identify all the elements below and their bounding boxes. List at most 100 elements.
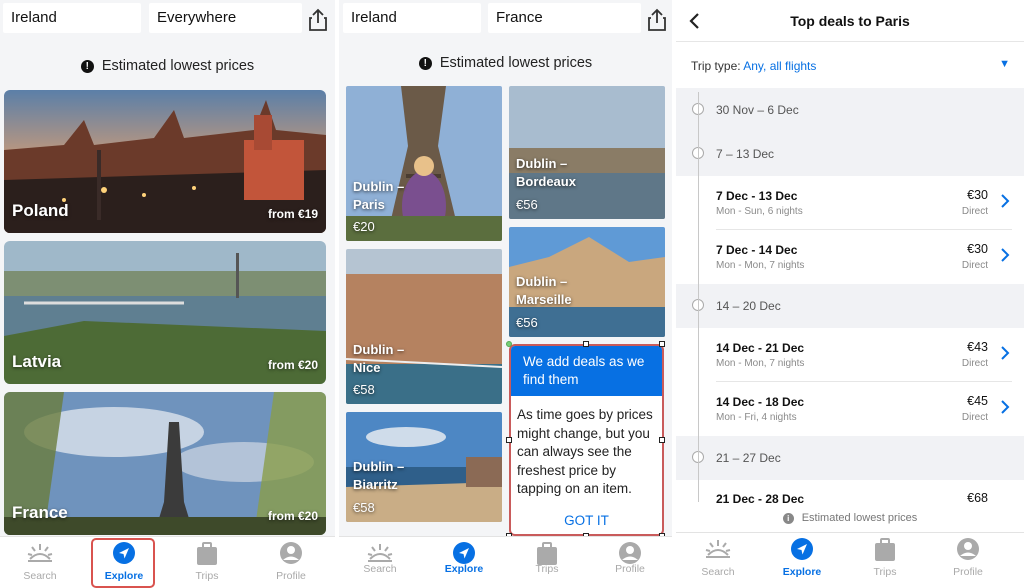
tab-label: Profile — [953, 566, 983, 578]
deal-tile-nice[interactable]: Dublin – Nice €58 — [346, 249, 502, 404]
deal-type: Direct — [961, 206, 988, 217]
deal-type: Direct — [961, 412, 988, 423]
week-header: 21 – 27 Dec — [676, 436, 1024, 480]
selection-handle — [506, 341, 512, 347]
tile-price: €58 — [353, 382, 375, 397]
origin-field[interactable]: Ireland — [3, 3, 141, 33]
selection-handle — [506, 437, 512, 443]
tab-label: Explore — [444, 563, 484, 575]
week-label: 21 – 27 Dec — [716, 451, 781, 465]
tile-destination: Biarritz — [353, 477, 398, 492]
deal-row[interactable]: 14 Dec - 21 Dec Mon - Mon, 7 nights €43 … — [676, 329, 1024, 382]
chevron-right-icon — [1001, 248, 1010, 262]
tab-trips[interactable]: Trips — [507, 537, 587, 588]
tab-label: Trips — [195, 570, 219, 582]
destination-field[interactable]: Everywhere — [149, 3, 302, 33]
tile-destination: Marseille — [516, 292, 572, 307]
deal-row[interactable]: 14 Dec - 18 Dec Mon - Fri, 4 nights €45 … — [676, 383, 1024, 436]
tab-label: Search — [701, 566, 735, 578]
explore-france-screen: Ireland France ! Estimated lowest prices … — [339, 0, 672, 588]
dropdown-caret-icon[interactable]: ▼ — [999, 58, 1010, 70]
deal-nights: Mon - Mon, 7 nights — [716, 358, 805, 369]
info-icon: ! — [418, 57, 432, 70]
deal-dates: 7 Dec - 14 Dec — [716, 243, 798, 257]
tile-destination: Nice — [353, 360, 381, 375]
tile-origin: Dublin – — [516, 274, 568, 289]
tooltip-title: We add deals as we find them — [511, 346, 662, 396]
deal-type: Direct — [961, 260, 988, 271]
tab-trips[interactable]: Trips — [845, 533, 925, 585]
person-icon — [957, 538, 979, 560]
suitcase-icon — [875, 538, 895, 561]
week-header: 7 – 13 Dec — [676, 132, 1024, 176]
deal-price: €45 — [967, 394, 988, 408]
card-name: Latvia — [12, 352, 62, 371]
tab-search[interactable]: Search — [340, 537, 420, 588]
deal-nights: Mon - Fri, 4 nights — [716, 412, 797, 423]
sunrise-icon — [27, 544, 53, 562]
card-name: Poland — [12, 201, 69, 220]
info-icon: i — [782, 513, 794, 524]
tile-price: €56 — [516, 197, 538, 212]
tile-destination: Bordeaux — [516, 174, 576, 189]
trip-type-selector[interactable]: Trip type: Any, all flights — [691, 59, 816, 73]
destination-card-latvia[interactable]: Latvia from €20 — [4, 241, 326, 384]
info-icon: ! — [80, 60, 94, 73]
tab-explore[interactable]: Explore — [762, 533, 842, 585]
week-label: 30 Nov – 6 Dec — [716, 103, 799, 117]
tile-origin: Dublin – — [353, 342, 405, 357]
deal-price: €30 — [967, 242, 988, 256]
tab-profile[interactable]: Profile — [590, 537, 670, 588]
tab-label: Search — [363, 563, 397, 575]
card-name: France — [12, 503, 68, 522]
week-label: 7 – 13 Dec — [716, 147, 775, 161]
tab-label: Trips — [873, 566, 897, 578]
destination-card-france[interactable]: France from €20 — [4, 392, 326, 535]
tab-search[interactable]: Search — [0, 537, 80, 588]
deal-dates: 14 Dec - 21 Dec — [716, 341, 805, 355]
origin-field[interactable]: Ireland — [343, 3, 481, 33]
deal-nights: Mon - Sun, 6 nights — [716, 206, 803, 217]
deal-row[interactable]: 7 Dec - 14 Dec Mon - Mon, 7 nights €30 D… — [676, 231, 1024, 284]
card-price: from €20 — [267, 358, 318, 372]
top-deals-screen: Top deals to Paris Trip type: Any, all f… — [676, 0, 1024, 588]
tile-origin: Dublin – — [353, 459, 405, 474]
tile-origin: Dublin – — [516, 156, 568, 171]
price-notice: ! Estimated lowest prices — [0, 58, 335, 74]
trip-type-label: Trip type: — [691, 59, 741, 73]
tab-label: Profile — [615, 563, 645, 575]
deal-tile-paris[interactable]: Dublin – Paris €20 — [346, 86, 502, 241]
nav-bar: Top deals to Paris — [676, 0, 1024, 42]
tab-search[interactable]: Search — [678, 533, 758, 585]
price-notice: ! Estimated lowest prices — [339, 55, 672, 71]
page-title: Top deals to Paris — [790, 13, 910, 29]
tab-trips[interactable]: Trips — [167, 537, 247, 588]
explore-everywhere-screen: Ireland Everywhere ! Estimated lowest pri… — [0, 0, 335, 588]
deal-tile-marseille[interactable]: Dublin – Marseille €56 — [509, 227, 665, 337]
got-it-button[interactable]: GOT IT — [511, 513, 662, 528]
chevron-right-icon — [1001, 194, 1010, 208]
share-icon[interactable] — [307, 8, 329, 32]
card-price: from €20 — [267, 509, 318, 523]
deal-row[interactable]: 7 Dec - 13 Dec Mon - Sun, 6 nights €30 D… — [676, 177, 1024, 230]
tab-label: Profile — [276, 570, 306, 582]
tab-profile[interactable]: Profile — [928, 533, 1008, 585]
deal-dates: 14 Dec - 18 Dec — [716, 395, 805, 409]
deal-tile-bordeaux[interactable]: Dublin – Bordeaux €56 — [509, 86, 665, 219]
destination-field[interactable]: France — [488, 3, 641, 33]
week-header: 14 – 20 Dec — [676, 284, 1024, 328]
selection-handle — [583, 341, 589, 347]
deal-nights: Mon - Mon, 7 nights — [716, 260, 805, 271]
tab-profile[interactable]: Profile — [251, 537, 331, 588]
chevron-right-icon — [1001, 400, 1010, 414]
tooltip-body: As time goes by prices might change, but… — [517, 407, 653, 496]
explore-tab-highlight — [91, 538, 155, 588]
tab-explore[interactable]: Explore — [424, 537, 504, 588]
tab-bar: Search Explore Trips Profile — [0, 536, 335, 588]
deal-tile-biarritz[interactable]: Dublin – Biarritz €58 — [346, 412, 502, 522]
chevron-right-icon — [1001, 346, 1010, 360]
share-icon[interactable] — [646, 8, 668, 32]
tile-price: €58 — [353, 500, 375, 515]
destination-card-poland[interactable]: Poland from €19 — [4, 90, 326, 233]
tab-bar: Search Explore Trips Profile — [339, 536, 672, 588]
